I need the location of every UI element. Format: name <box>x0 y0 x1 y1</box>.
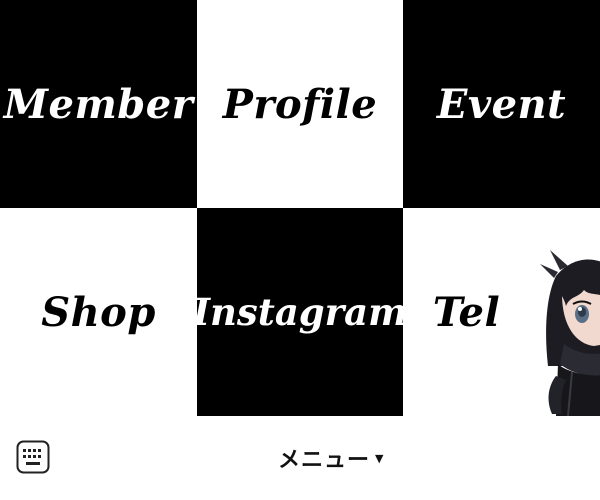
tile-label-tel: Tel <box>432 288 501 336</box>
rich-menu-tile-tel[interactable]: Tel <box>403 208 600 416</box>
tile-label-member: Member <box>3 80 194 128</box>
tile-label-profile: Profile <box>222 80 378 128</box>
caret-down-icon: ▼ <box>375 451 384 465</box>
menu-bar: メニュー ▼ <box>0 416 600 500</box>
line-chat-screen: Member Profile Event Shop Instagram Tel <box>0 0 600 500</box>
rich-menu-tile-shop[interactable]: Shop <box>0 208 197 416</box>
rich-menu-tile-profile[interactable]: Profile <box>197 0 403 208</box>
rich-menu-tile-instagram[interactable]: Instagram <box>197 208 403 416</box>
keyboard-icon[interactable] <box>16 440 50 474</box>
tile-label-event: Event <box>436 80 567 128</box>
tile-label-instagram: Instagram <box>197 290 403 334</box>
menu-label: メニュー <box>278 448 371 473</box>
rich-menu-tile-member[interactable]: Member <box>0 0 197 208</box>
rich-menu-tile-event[interactable]: Event <box>403 0 600 208</box>
menu-toggle-button[interactable]: メニュー ▼ <box>278 442 383 474</box>
rich-menu: Member Profile Event Shop Instagram Tel <box>0 0 600 416</box>
tile-label-shop: Shop <box>41 288 156 336</box>
character-illustration <box>540 250 600 416</box>
